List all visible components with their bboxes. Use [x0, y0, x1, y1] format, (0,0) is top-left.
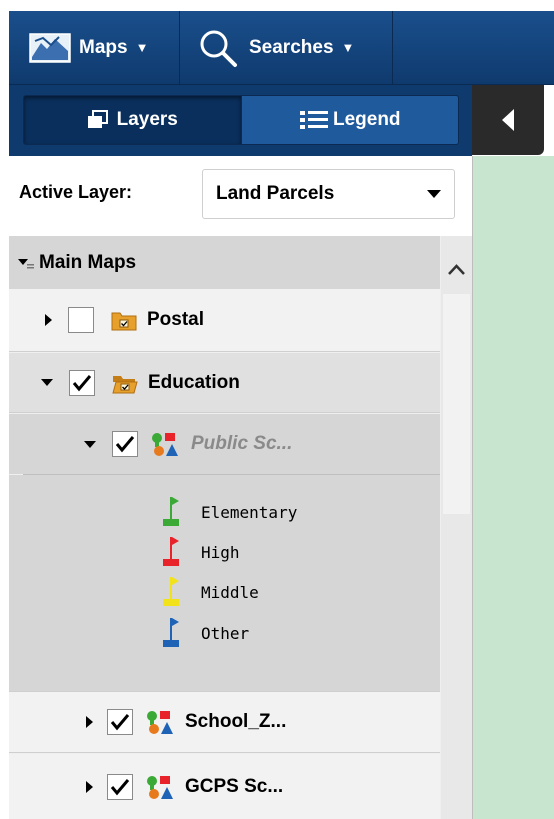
chevron-up-icon[interactable] [441, 260, 472, 280]
tab-layers[interactable]: Layers [24, 96, 241, 144]
expand-icon[interactable] [86, 716, 93, 728]
feature-layer-icon [147, 711, 173, 734]
legend-label: Other [201, 623, 250, 643]
active-layer-label: Active Layer: [19, 182, 133, 202]
feature-layer-icon [152, 433, 178, 456]
legend-item: Other [161, 616, 249, 650]
legend-label: Middle [201, 582, 259, 602]
maps-menu-button[interactable]: Maps ▼ [29, 11, 148, 84]
tree-group-main-maps[interactable]: Main Maps [9, 236, 440, 289]
tree-item-label: School_Z... [185, 711, 287, 732]
folder-open-icon [112, 375, 138, 393]
expand-icon[interactable] [45, 314, 52, 326]
panel-header: Layers Legend [9, 85, 472, 156]
tree-item-postal: Postal [9, 289, 440, 352]
flag-icon [163, 497, 179, 526]
legend-block: Elementary High Middle Other [9, 475, 440, 691]
layer-checkbox[interactable] [107, 773, 133, 800]
active-layer-row: Active Layer: Land Parcels [9, 156, 472, 236]
tree-item-education: Education [9, 353, 440, 413]
maps-label: Maps [79, 36, 128, 58]
legend-item: High [161, 535, 240, 569]
tab-layers-label: Layers [116, 109, 178, 130]
flag-icon [163, 577, 179, 606]
layers-panel: Active Layer: Land Parcels Main Maps Pos… [9, 156, 473, 819]
legend-label: Elementary [201, 502, 298, 522]
collapse-icon[interactable] [84, 440, 96, 448]
feature-layer-icon [147, 775, 173, 799]
tab-legend[interactable]: Legend [240, 96, 458, 144]
tree-scrollbar[interactable] [441, 236, 472, 819]
searches-menu-button[interactable]: Searches ▼ [197, 11, 354, 84]
flag-icon [163, 618, 179, 647]
map-icon [29, 32, 71, 63]
layers-icon [87, 110, 108, 128]
chevron-left-icon [502, 109, 514, 131]
chevron-down-icon: ▼ [135, 40, 149, 55]
checkmark-icon [110, 714, 130, 731]
flag-icon [163, 537, 179, 566]
active-layer-value: Land Parcels [216, 183, 335, 204]
expand-icon[interactable] [86, 780, 93, 793]
tree-item-school-zones: School_Z... [9, 691, 440, 753]
collapse-icon[interactable] [41, 379, 53, 386]
tree-item-gcps-schools: GCPS Sc... [9, 754, 440, 819]
layer-checkbox[interactable] [68, 307, 94, 333]
panel-tab-group: Layers Legend [23, 95, 459, 145]
layer-checkbox[interactable] [69, 369, 95, 396]
scrollbar-thumb[interactable] [443, 294, 470, 514]
searches-label: Searches [249, 36, 334, 58]
toolbar-divider [179, 11, 180, 84]
collapse-group-icon [18, 258, 34, 268]
tree-item-public-schools: Public Sc... [9, 414, 440, 474]
legend-label: High [201, 542, 240, 562]
legend-item: Middle [161, 575, 259, 609]
layer-checkbox[interactable] [107, 709, 133, 735]
collapse-panel-button[interactable] [472, 85, 544, 155]
tree-group-label: Main Maps [39, 251, 137, 273]
folder-icon [111, 312, 137, 331]
tree-item-label: Public Sc... [191, 433, 293, 454]
search-icon [200, 30, 237, 67]
active-layer-select[interactable]: Land Parcels [202, 169, 455, 219]
tree-item-label: Postal [147, 309, 205, 330]
checkmark-icon [110, 778, 130, 795]
chevron-down-icon [427, 190, 441, 198]
checkmark-icon [115, 436, 135, 453]
chevron-down-icon: ▼ [341, 40, 355, 55]
toolbar-divider [392, 11, 393, 84]
top-toolbar: Maps ▼ Searches ▼ [9, 11, 554, 85]
list-icon [299, 111, 328, 129]
legend-item: Elementary [161, 495, 297, 529]
tree-item-label: Education [148, 371, 240, 393]
layer-checkbox[interactable] [112, 431, 138, 457]
checkmark-icon [72, 374, 92, 391]
map-canvas[interactable] [472, 156, 554, 819]
tree-item-label: GCPS Sc... [185, 775, 284, 797]
tab-legend-label: Legend [332, 109, 401, 130]
layer-tree: Main Maps Postal Education Public Sc... … [9, 236, 472, 819]
